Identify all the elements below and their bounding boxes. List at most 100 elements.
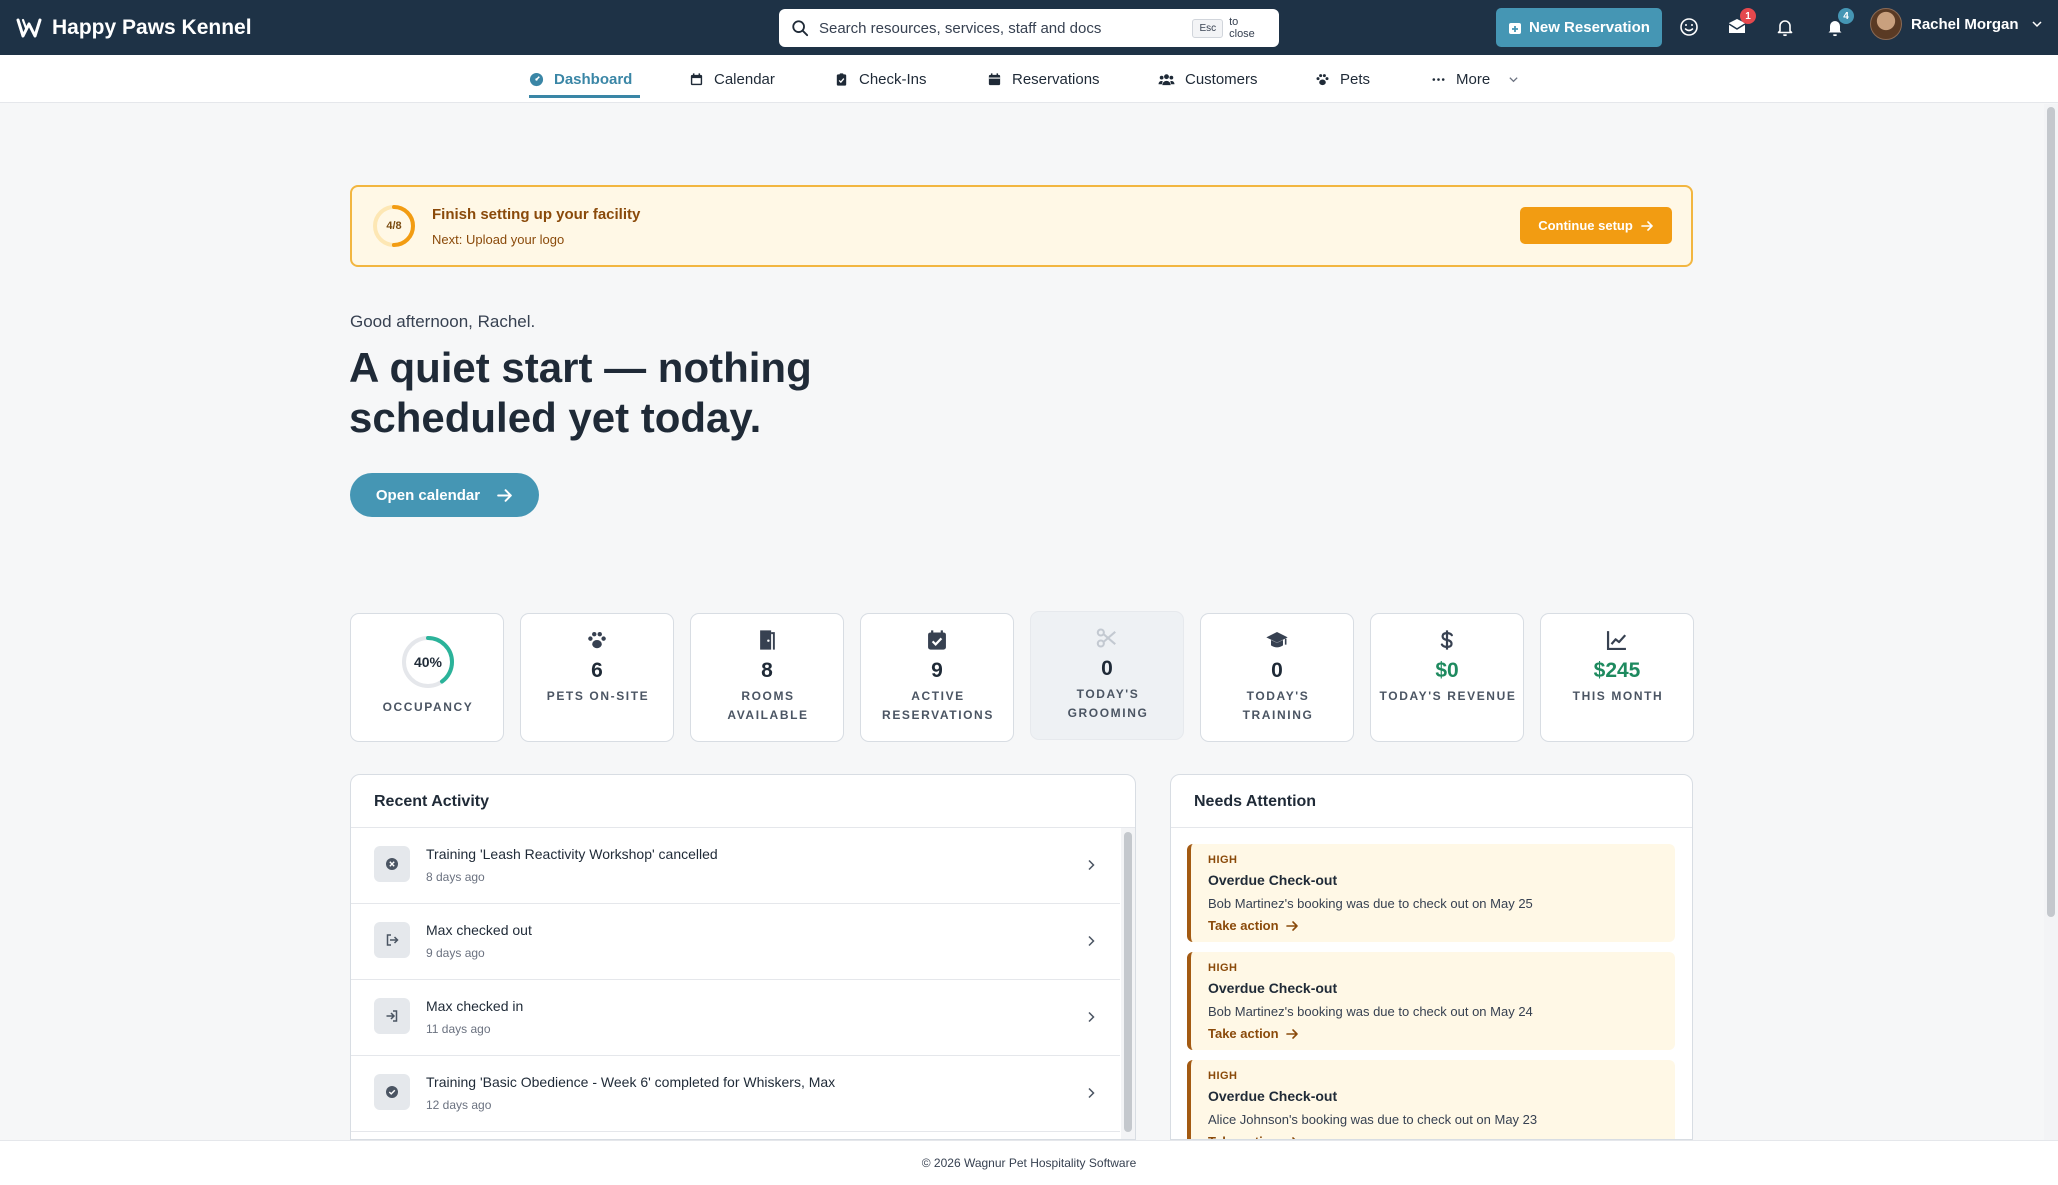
attention-card: HIGH Overdue Check-out Alice Johnson's b… — [1187, 1060, 1675, 1139]
new-reservation-label: New Reservation — [1529, 19, 1650, 36]
activity-time: 9 days ago — [426, 946, 485, 960]
search-icon — [792, 20, 809, 37]
nav-more-label: More — [1456, 70, 1491, 88]
attention-description: Alice Johnson's booking was due to check… — [1208, 1112, 1538, 1127]
todays-revenue-value: $0 — [1435, 659, 1459, 682]
avatar — [1870, 8, 1902, 40]
activity-scrollbar-thumb[interactable] — [1124, 832, 1132, 1132]
pets-on-site-label: Pets On-Site — [546, 689, 650, 703]
active-reservations-label: Active Reservations — [882, 689, 994, 722]
attention-title: Overdue Check-out — [1208, 1088, 1338, 1104]
activity-item[interactable]: Training 'Basic Obedience - Week 6' comp… — [351, 1056, 1120, 1132]
needs-attention-panel: Needs Attention HIGH Overdue Check-out B… — [1170, 774, 1693, 1140]
chevron-right-icon — [1088, 935, 1095, 947]
continue-setup-button[interactable]: Continue setup — [1520, 207, 1672, 244]
dollar-icon — [1440, 630, 1453, 650]
user-name: Rachel Morgan — [1911, 15, 2019, 33]
activity-item[interactable]: Max checked in 11 days ago — [351, 980, 1120, 1056]
todays-training-label: Today's Training — [1242, 689, 1314, 722]
activity-title: Training 'Basic Obedience - Week 6' comp… — [426, 1074, 836, 1090]
todays-grooming-value: 0 — [1101, 657, 1113, 680]
greeting: Good afternoon, Rachel. — [350, 312, 536, 331]
search-input[interactable] — [818, 19, 1189, 37]
activity-time: 12 days ago — [426, 1098, 492, 1112]
graduation-cap-icon — [1266, 632, 1288, 648]
occupancy-label: Occupancy — [382, 700, 474, 714]
paw-icon — [1316, 73, 1329, 85]
setup-title: Finish setting up your facility — [432, 206, 641, 223]
stat-todays-revenue[interactable]: $0 Today's Revenue — [1370, 613, 1524, 742]
feedback-button[interactable] — [1676, 14, 1702, 40]
top-bar: Happy Paws Kennel Esc to close New Reser… — [0, 0, 2058, 55]
nav-dashboard-label: Dashboard — [554, 70, 633, 88]
alerts-button[interactable] — [1772, 14, 1798, 40]
global-search[interactable]: Esc to close — [779, 9, 1279, 47]
this-month-value: $245 — [1593, 659, 1641, 682]
stat-todays-training[interactable]: 0 Today's Training — [1200, 613, 1354, 742]
activity-item[interactable]: Training 'Leash Reactivity Workshop' can… — [351, 828, 1120, 904]
priority-label: HIGH — [1208, 854, 1238, 866]
activity-time: 8 days ago — [426, 870, 485, 884]
nav-reservations-label: Reservations — [1012, 70, 1100, 88]
occupancy-value: 40% — [413, 654, 443, 670]
stat-occupancy[interactable]: 40% Occupancy — [350, 613, 504, 742]
chevron-down-icon — [2032, 21, 2042, 28]
checkout-icon — [386, 934, 399, 946]
open-calendar-button[interactable]: Open calendar — [350, 473, 539, 517]
clipboard-icon — [836, 72, 847, 86]
nav-calendar[interactable]: Calendar — [689, 55, 775, 103]
door-icon — [760, 630, 775, 650]
nav-customers-label: Customers — [1185, 70, 1258, 88]
pets-on-site-value: 6 — [591, 659, 603, 682]
nav-active-indicator — [529, 95, 640, 98]
divider — [1171, 827, 1692, 828]
nav-reservations[interactable]: Reservations — [987, 55, 1100, 103]
calendar-icon — [690, 72, 703, 85]
check-circle-icon — [386, 1086, 398, 1098]
activity-item[interactable]: Max checked out 9 days ago — [351, 904, 1120, 980]
stat-pets-on-site[interactable]: 6 Pets On-Site — [520, 613, 674, 742]
attention-card: HIGH Overdue Check-out Bob Martinez's bo… — [1187, 844, 1675, 942]
activity-title: Max checked out — [426, 922, 532, 938]
notifications-button[interactable]: 4 — [1822, 8, 1854, 40]
esc-close-hint: to close — [1229, 16, 1255, 40]
take-action-label: Take action — [1208, 918, 1279, 933]
stat-rooms-available[interactable]: 8 Rooms Available — [690, 613, 844, 742]
nav-more[interactable]: More — [1431, 55, 1519, 103]
arrow-right-icon — [1640, 220, 1653, 231]
nav-pets[interactable]: Pets — [1315, 55, 1370, 103]
users-icon — [1158, 73, 1175, 85]
priority-label: HIGH — [1208, 962, 1238, 974]
stat-active-reservations[interactable]: 9 Active Reservations — [860, 613, 1014, 742]
take-action-link[interactable]: Take action — [1208, 918, 1299, 933]
setup-next-step[interactable]: Next: Upload your logo — [432, 232, 564, 247]
reservation-icon — [988, 72, 1001, 85]
take-action-link[interactable]: Take action — [1208, 1026, 1299, 1041]
attention-card: HIGH Overdue Check-out Bob Martinez's bo… — [1187, 952, 1675, 1050]
page-scrollbar-thumb[interactable] — [2047, 107, 2055, 917]
paw-icon — [588, 632, 606, 649]
checkin-icon — [386, 1010, 398, 1022]
active-reservations-value: 9 — [931, 659, 943, 682]
stat-this-month[interactable]: $245 This Month — [1540, 613, 1694, 742]
app-name: Happy Paws Kennel — [52, 15, 252, 39]
nav-customers[interactable]: Customers — [1158, 55, 1258, 103]
new-reservation-button[interactable]: New Reservation — [1496, 8, 1662, 47]
smiley-icon — [1680, 18, 1698, 36]
messages-button[interactable]: 1 — [1724, 8, 1756, 40]
stat-todays-grooming[interactable]: 0 Today's Grooming — [1030, 611, 1184, 740]
recent-activity-panel: Recent Activity Training 'Leash Reactivi… — [350, 774, 1136, 1140]
take-action-label: Take action — [1208, 1026, 1279, 1041]
attention-description: Bob Martinez's booking was due to check … — [1208, 896, 1533, 911]
rooms-available-value: 8 — [761, 659, 773, 682]
notifications-badge: 4 — [1838, 8, 1854, 24]
user-menu[interactable]: Rachel Morgan — [1870, 8, 2043, 40]
arrow-right-icon — [1285, 1028, 1298, 1039]
priority-label: HIGH — [1208, 1070, 1238, 1082]
todays-revenue-label: Today's Revenue — [1379, 689, 1517, 703]
needs-attention-title: Needs Attention — [1194, 793, 1317, 810]
brand[interactable]: Happy Paws Kennel — [16, 15, 252, 41]
attention-title: Overdue Check-out — [1208, 872, 1338, 888]
setup-banner: 4/8 Finish setting up your facility Next… — [350, 185, 1693, 267]
nav-check-ins[interactable]: Check-Ins — [834, 55, 927, 103]
